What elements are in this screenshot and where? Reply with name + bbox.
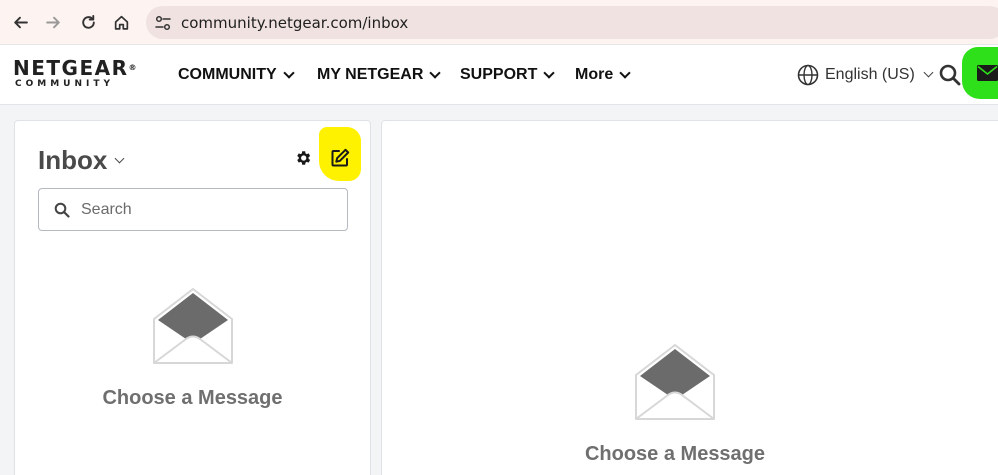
forward-icon — [45, 16, 60, 28]
back-icon — [13, 16, 28, 28]
reload-button[interactable] — [75, 9, 101, 35]
reload-icon — [81, 14, 95, 29]
inbox-settings-button[interactable] — [294, 149, 312, 167]
menu-label: COMMUNITY — [178, 66, 277, 83]
compose-icon — [331, 148, 350, 167]
message-detail-panel: Choose a Message — [381, 120, 998, 475]
empty-state-text: Choose a Message — [102, 387, 283, 409]
envelope-open-icon — [635, 344, 715, 420]
inbox-empty-state: Choose a Message — [15, 287, 370, 410]
detail-empty-state: Choose a Message — [361, 343, 989, 466]
compose-button[interactable] — [319, 127, 361, 181]
logo-sub-text: COMMUNITY — [15, 79, 115, 89]
globe-icon — [797, 64, 819, 86]
back-button[interactable] — [7, 9, 33, 35]
header-inbox-button[interactable] — [962, 47, 998, 99]
gear-icon — [297, 151, 311, 165]
home-button[interactable] — [108, 9, 134, 35]
site-header: NETGEAR® COMMUNITY COMMUNITY MY NETGEAR … — [0, 45, 998, 105]
browser-toolbar: community.netgear.com/inbox — [0, 0, 998, 45]
inbox-search-input[interactable] — [81, 199, 331, 221]
chevron-down-icon — [282, 66, 295, 79]
chevron-down-icon — [543, 66, 556, 79]
menu-label: MY NETGEAR — [317, 66, 424, 83]
menu-label: More — [575, 66, 614, 83]
logo-registered-mark: ® — [128, 63, 137, 72]
menu-more[interactable]: More — [575, 66, 631, 84]
chevron-down-icon — [429, 66, 442, 79]
mail-icon — [977, 65, 998, 81]
empty-state-text: Choose a Message — [584, 443, 766, 465]
home-icon — [114, 15, 128, 30]
chevron-down-icon — [923, 67, 934, 78]
search-icon — [54, 202, 70, 218]
logo-main-text: NETGEAR — [13, 56, 129, 80]
envelope-open-icon — [152, 288, 233, 364]
inbox-search-box[interactable] — [38, 188, 348, 231]
chevron-down-icon — [619, 66, 631, 79]
inbox-title: Inbox — [38, 145, 108, 175]
address-bar[interactable]: community.netgear.com/inbox — [146, 6, 998, 39]
search-icon — [939, 64, 961, 86]
language-label: English (US) — [825, 66, 915, 83]
menu-community[interactable]: COMMUNITY — [178, 66, 295, 84]
inbox-title-dropdown[interactable]: Inbox — [38, 145, 125, 176]
chevron-down-icon — [114, 153, 125, 164]
language-selector[interactable]: English (US) — [797, 64, 934, 86]
forward-button[interactable] — [40, 9, 66, 35]
header-search-button[interactable] — [938, 63, 962, 87]
menu-label: SUPPORT — [460, 66, 538, 83]
inbox-panel: Inbox Choose a Message — [14, 120, 371, 475]
menu-support[interactable]: SUPPORT — [460, 66, 556, 84]
menu-my-netgear[interactable]: MY NETGEAR — [317, 66, 442, 84]
site-settings-icon[interactable] — [154, 14, 172, 32]
url-text[interactable]: community.netgear.com/inbox — [181, 14, 408, 32]
netgear-logo[interactable]: NETGEAR® COMMUNITY — [13, 58, 137, 89]
